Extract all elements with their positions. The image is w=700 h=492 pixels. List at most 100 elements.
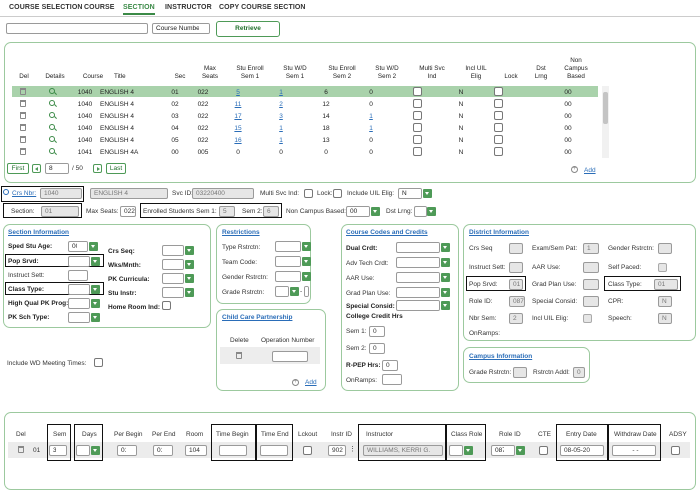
del-cell[interactable] — [12, 146, 34, 158]
mt-lckout-checkbox[interactable] — [303, 446, 312, 455]
college-sem2-field[interactable]: 0 — [369, 343, 385, 354]
multi-svc-cell[interactable] — [394, 98, 440, 110]
mt-role-id-select[interactable]: 087 — [491, 445, 515, 456]
trash-icon[interactable] — [20, 111, 26, 119]
aar-use-select[interactable] — [396, 272, 440, 283]
chevron-down-icon[interactable] — [302, 242, 311, 251]
grid-cell[interactable]: 5 — [218, 86, 258, 98]
trash-icon[interactable] — [20, 99, 26, 107]
grad-plan-select[interactable] — [396, 287, 440, 298]
dual-crdt-select[interactable] — [396, 242, 440, 253]
child-care-add-link[interactable]: Add — [305, 379, 317, 386]
multi-svc-cell[interactable] — [394, 146, 440, 158]
first-page-button[interactable]: First — [7, 163, 29, 174]
table-row[interactable]: 1041 ENGLISH 4A 00 005 0 0 0 0 N 00 — [12, 146, 598, 158]
grade-from-select[interactable] — [275, 286, 289, 297]
chevron-down-icon[interactable] — [185, 288, 194, 297]
grid-cell[interactable]: 15 — [218, 122, 258, 134]
home-room-checkbox[interactable] — [162, 301, 171, 310]
magnifier-icon[interactable] — [49, 100, 55, 106]
grid-cell[interactable]: 3 — [258, 110, 304, 122]
del-cell[interactable] — [12, 98, 34, 110]
lock-checkbox[interactable] — [493, 134, 503, 144]
trash-icon[interactable] — [236, 352, 242, 361]
type-rstrctn-select[interactable] — [275, 241, 301, 252]
tab-instructor[interactable]: INSTRUCTOR — [165, 4, 212, 11]
details-cell[interactable] — [34, 146, 70, 158]
next-page-icon[interactable] — [93, 164, 102, 173]
details-cell[interactable] — [34, 86, 70, 98]
table-row[interactable]: 1040 ENGLISH 4 04 022 15 1 18 1 N 00 — [12, 122, 598, 134]
sped-select[interactable]: 00 — [68, 241, 88, 252]
pop-srvd-select[interactable] — [68, 256, 90, 267]
college-sem1-field[interactable]: 0 — [369, 326, 385, 337]
details-cell[interactable] — [34, 122, 70, 134]
chevron-down-icon[interactable] — [441, 273, 450, 282]
last-page-button[interactable]: Last — [106, 163, 126, 174]
chevron-down-icon[interactable] — [290, 287, 299, 296]
chevron-down-icon[interactable] — [302, 257, 311, 266]
grid-cell[interactable]: 1 — [258, 122, 304, 134]
instr-lookup-icon[interactable]: ⋮ — [349, 445, 356, 453]
lock-checkbox[interactable] — [493, 86, 503, 96]
multi-svc-checkbox[interactable] — [412, 98, 422, 108]
lock-cell[interactable] — [482, 122, 514, 134]
tab-copy-course-section[interactable]: COPY COURSE SECTION — [219, 4, 306, 11]
search-mode-select[interactable]: Course Number — [152, 23, 210, 34]
grid-cell[interactable]: 11 — [218, 98, 258, 110]
details-cell[interactable] — [34, 98, 70, 110]
dst-lrng-select[interactable] — [414, 206, 427, 217]
chevron-down-icon[interactable] — [91, 257, 100, 266]
lock-checkbox[interactable] — [493, 146, 503, 156]
multi-svc-checkbox[interactable] — [412, 134, 422, 144]
chevron-down-icon[interactable] — [423, 189, 432, 198]
mt-instr-id-field[interactable]: 902 — [328, 445, 346, 456]
magnifier-icon[interactable] — [49, 124, 55, 130]
details-cell[interactable] — [34, 134, 70, 146]
table-row[interactable]: 1040 ENGLISH 4 02 022 11 2 12 0 N 00 — [12, 98, 598, 110]
del-cell[interactable] — [12, 86, 34, 98]
trash-icon[interactable] — [20, 135, 26, 143]
chevron-down-icon[interactable] — [302, 272, 311, 281]
gender-rstrctn-select[interactable] — [275, 271, 301, 282]
grid-cell[interactable]: 1 — [258, 86, 304, 98]
chevron-down-icon[interactable] — [185, 246, 194, 255]
lock-checkbox[interactable] — [493, 110, 503, 120]
lock-cell[interactable] — [482, 98, 514, 110]
mt-adsy-checkbox[interactable] — [671, 446, 680, 455]
lock-checkbox[interactable] — [493, 122, 503, 132]
grade-to-select[interactable] — [304, 286, 309, 297]
multi-svc-cell[interactable] — [394, 86, 440, 98]
class-type-select[interactable] — [68, 284, 90, 295]
trash-icon[interactable] — [20, 87, 26, 95]
pk-sch-select[interactable] — [68, 312, 90, 323]
codes-onramps-select[interactable] — [382, 374, 402, 385]
grid-add-link[interactable]: Add — [584, 167, 596, 174]
add-icon[interactable]: + — [292, 379, 299, 386]
chevron-down-icon[interactable] — [91, 299, 100, 308]
adv-tech-select[interactable] — [396, 257, 440, 268]
wks-select[interactable] — [162, 259, 184, 270]
multi-svc-checkbox[interactable] — [304, 189, 313, 198]
table-row[interactable]: 1040 ENGLISH 4 05 022 16 1 13 0 N 00 — [12, 134, 598, 146]
magnifier-icon[interactable] — [49, 88, 55, 94]
lock-cell[interactable] — [482, 146, 514, 158]
grid-cell[interactable]: 16 — [218, 134, 258, 146]
multi-svc-checkbox[interactable] — [412, 86, 422, 96]
chevron-down-icon[interactable] — [185, 260, 194, 269]
page-select[interactable]: 8 — [45, 163, 69, 174]
del-cell[interactable] — [12, 122, 34, 134]
grid-scrollbar[interactable] — [602, 86, 609, 158]
lock-checkbox[interactable] — [333, 189, 342, 198]
multi-svc-checkbox[interactable] — [412, 110, 422, 120]
lock-cell[interactable] — [482, 86, 514, 98]
grid-cell[interactable]: 17 — [218, 110, 258, 122]
special-consid-select[interactable] — [396, 300, 440, 311]
chevron-down-icon[interactable] — [427, 207, 436, 216]
grid-cell[interactable]: 2 — [258, 98, 304, 110]
search-input[interactable] — [6, 23, 148, 34]
lock-checkbox[interactable] — [493, 98, 503, 108]
mt-per-begin-select[interactable]: 01 — [117, 445, 137, 456]
tab-section[interactable]: SECTION — [123, 4, 155, 15]
tab-course-selection[interactable]: COURSE SELECTION — [9, 4, 83, 11]
